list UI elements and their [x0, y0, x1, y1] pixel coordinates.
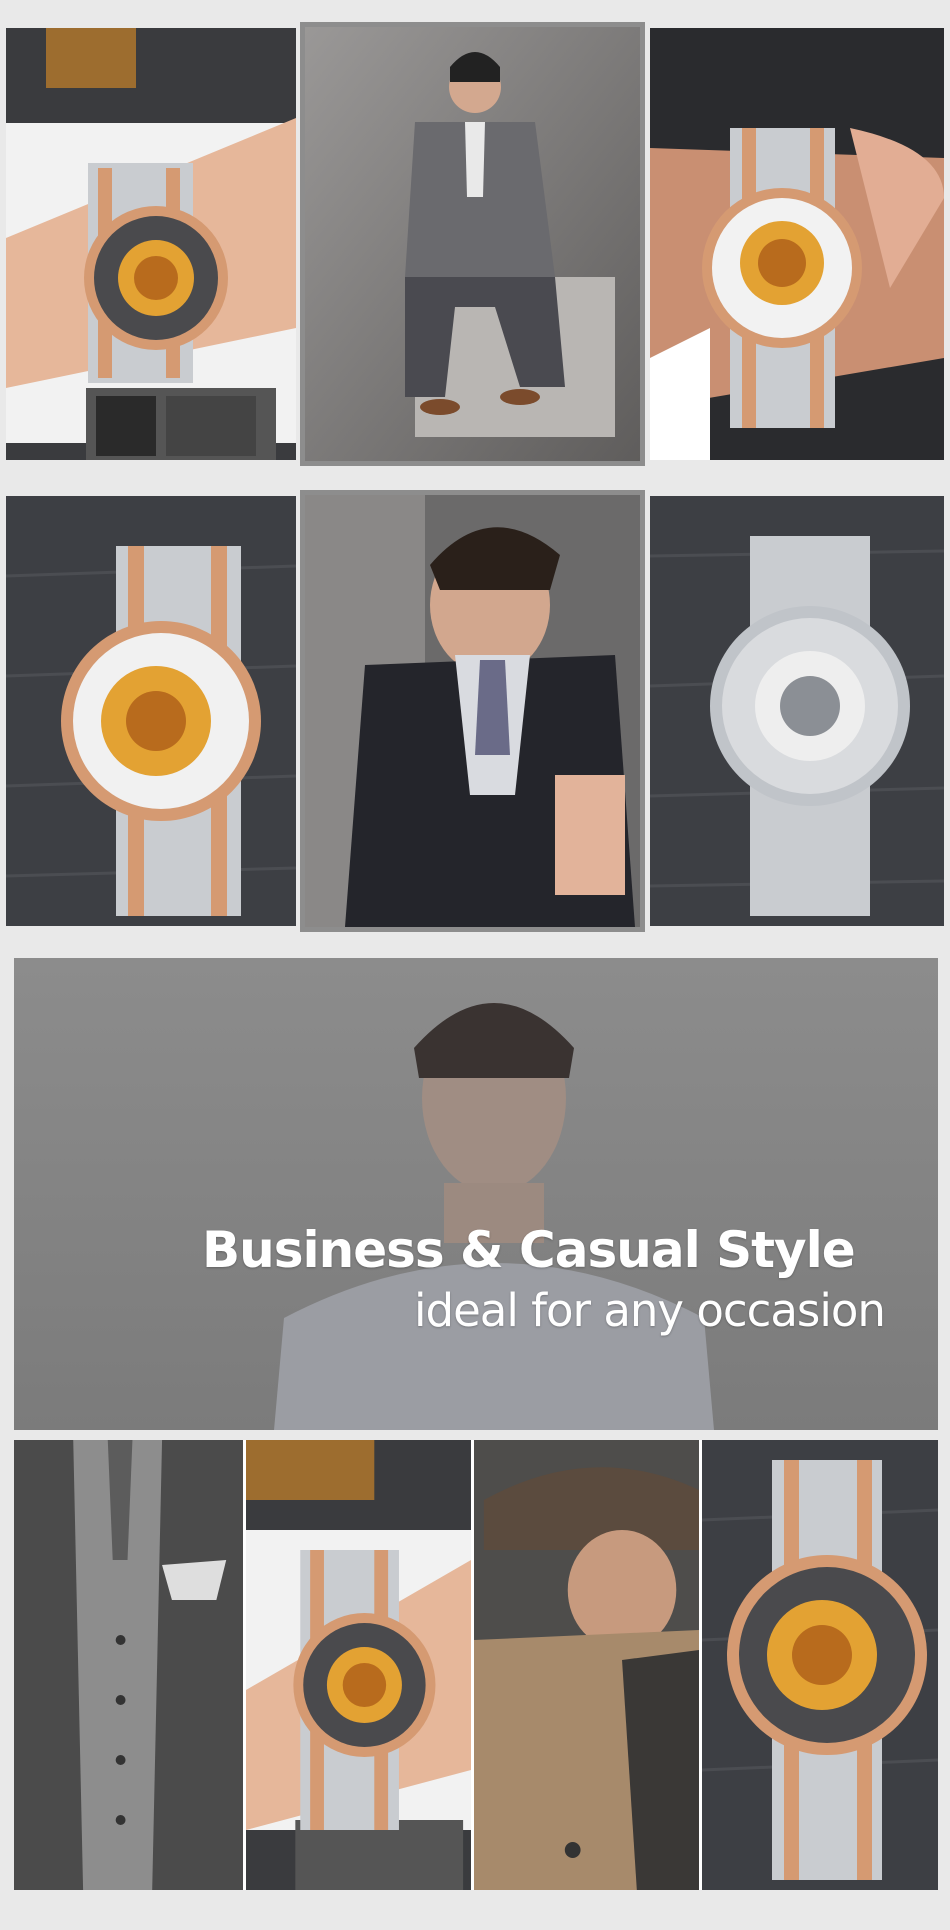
photo-wrist-watch-crop	[246, 1440, 474, 1890]
photo-wrist-watch-gray-dial	[6, 28, 296, 460]
photo-hand-watch-white-dial	[650, 28, 944, 460]
photo-vest-pocket-square	[14, 1440, 246, 1890]
photo-watch-gray-dial-wood	[702, 1440, 938, 1890]
banner-headline: Business & Casual Style	[202, 1221, 856, 1279]
photo-man-hat-coat	[474, 1440, 702, 1890]
banner-subline: ideal for any occasion	[414, 1284, 886, 1337]
photo-man-seated-suit	[300, 22, 645, 466]
photo-man-tie-portrait	[300, 490, 645, 932]
photo-watch-silver-wood	[650, 496, 944, 926]
banner-business-casual: Business & Casual Style ideal for any oc…	[14, 958, 938, 1430]
photo-watch-rose-gold-wood	[6, 496, 296, 926]
